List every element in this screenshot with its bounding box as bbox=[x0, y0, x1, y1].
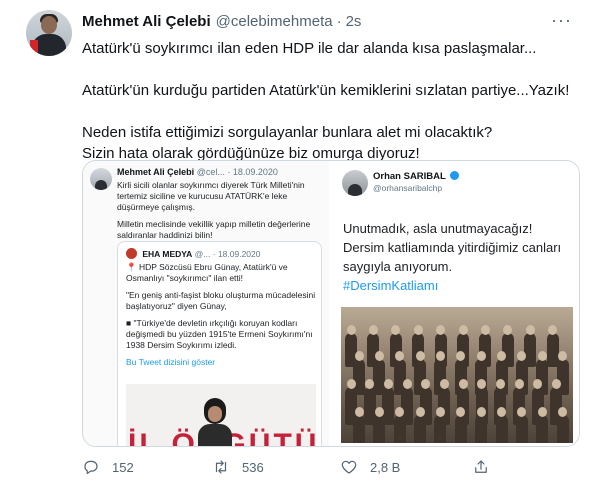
quoted-avatar bbox=[126, 248, 137, 259]
photo-figure-head bbox=[383, 379, 393, 389]
embedded-author: Mehmet Ali Çelebi bbox=[117, 167, 195, 177]
tweet-line: Atatürk'ü soykırımcı ilan eden HDP ile d… bbox=[82, 40, 537, 57]
retweet-count: 536 bbox=[242, 459, 264, 475]
heart-icon bbox=[341, 460, 357, 474]
photo-figure-head bbox=[497, 407, 507, 417]
separator-dot: · bbox=[336, 13, 342, 30]
tweet-text: Atatürk'ü soykırımcı ilan eden HDP ile d… bbox=[82, 38, 582, 164]
photo-figure-head bbox=[525, 325, 535, 335]
photo-figure-head bbox=[402, 379, 412, 389]
photo-figure-head bbox=[458, 325, 468, 335]
photo-figure-head bbox=[537, 351, 547, 361]
photo-figure-head bbox=[346, 325, 356, 335]
photo-figure bbox=[556, 415, 569, 443]
tweet-time[interactable]: 2s bbox=[346, 13, 362, 30]
photo-figure-head bbox=[495, 379, 505, 389]
photo-figure-head bbox=[346, 379, 356, 389]
media-grid[interactable]: Mehmet Ali Çelebi @cel... · 18.09.2020 K… bbox=[82, 160, 580, 447]
retweet-icon bbox=[215, 460, 227, 474]
photo-figure bbox=[414, 415, 427, 443]
photo-figure bbox=[373, 415, 386, 443]
photo-figure-head bbox=[497, 351, 507, 361]
photo-figure-head bbox=[354, 407, 364, 417]
show-thread-link: Bu Tweet dizisini göster bbox=[126, 357, 216, 367]
embedded-meta: @cel... · 18.09.2020 bbox=[196, 167, 278, 177]
photo-figure bbox=[434, 415, 447, 443]
photo-figure-head bbox=[537, 407, 547, 417]
quoted-header: EHA MEDYA @... · 18.09.2020 bbox=[126, 248, 260, 259]
photo-figure-head bbox=[480, 325, 490, 335]
photo-figure-head bbox=[415, 407, 425, 417]
quoted-tweet: EHA MEDYA @... · 18.09.2020 📍 HDP Sözcüs… bbox=[117, 241, 322, 446]
photo-figure-head bbox=[415, 351, 425, 361]
author-handle[interactable]: @celebimehmeta bbox=[216, 13, 333, 30]
author-avatar[interactable] bbox=[26, 10, 72, 56]
author-name[interactable]: Mehmet Ali Çelebi bbox=[82, 13, 211, 30]
photo-figure bbox=[536, 415, 549, 443]
quoted-text: 📍 HDP Sözcüsü Ebru Günay, Atatürk'ü ve O… bbox=[126, 262, 316, 374]
embedded-handle-right: @orhansaribalchp bbox=[373, 183, 443, 193]
ellipsis-icon[interactable]: ··· bbox=[551, 10, 572, 31]
share-button[interactable] bbox=[472, 455, 502, 479]
photo-figure bbox=[495, 415, 508, 443]
like-count: 2,8 B bbox=[370, 459, 401, 475]
share-icon bbox=[475, 460, 487, 473]
embedded-avatar-right bbox=[342, 170, 368, 196]
embedded-author-right: Orhan SARIBAL bbox=[373, 171, 446, 182]
quoted-paragraph: ■ "Türkiye'de devletin ırkçılığı koruyan… bbox=[126, 318, 313, 350]
photo-figure-head bbox=[435, 351, 445, 361]
quoted-meta: @... · 18.09.2020 bbox=[194, 249, 261, 259]
quoted-author: EHA MEDYA bbox=[142, 249, 193, 259]
tweet-header: Mehmet Ali Çelebi @celebimehmeta · 2s bbox=[82, 13, 361, 35]
photo-figure-head bbox=[476, 351, 486, 361]
photo-figure bbox=[454, 415, 467, 443]
quoted-paragraph: 📍 HDP Sözcüsü Ebru Günay, Atatürk'ü ve O… bbox=[126, 262, 288, 283]
like-button[interactable]: 2,8 B bbox=[340, 455, 400, 479]
photo-figure-head bbox=[551, 379, 561, 389]
photo-figure-head bbox=[413, 325, 423, 335]
reply-icon bbox=[84, 460, 98, 474]
photo-figure-head bbox=[374, 351, 384, 361]
photo-figure-head bbox=[458, 379, 468, 389]
embedded-paragraph: Milletin meclisinde vekillik yapıp mille… bbox=[117, 219, 311, 240]
photo-figure-head bbox=[439, 379, 449, 389]
embedded-avatar bbox=[90, 168, 112, 190]
embedded-text: Kirli sicili olanlar soykırımcı diyerek … bbox=[117, 180, 322, 247]
reply-button[interactable]: 152 bbox=[82, 455, 134, 479]
photo-figure-head bbox=[374, 407, 384, 417]
quoted-paragraph: "En geniş anti-faşist bloku oluşturma mü… bbox=[126, 290, 316, 311]
embedded-line: Unutmadık, asla unutmayacağız! bbox=[343, 221, 533, 236]
verified-badge-icon bbox=[450, 171, 460, 180]
photo-figure bbox=[515, 415, 528, 443]
embedded-paragraph: Kirli sicili olanlar soykırımcı diyerek … bbox=[117, 180, 305, 212]
photo-figure-head bbox=[368, 325, 378, 335]
photo-figure bbox=[353, 415, 365, 443]
media-image-right[interactable]: Orhan SARIBAL @orhansaribalchp Unutmadık… bbox=[333, 161, 579, 446]
embedded-line: Dersim katliamında yitirdiğimiz canları … bbox=[343, 240, 562, 274]
tweet-line: Atatürk'ün kurduğu partiden Atatürk'ün k… bbox=[82, 82, 570, 99]
photo-figure-head bbox=[476, 407, 486, 417]
quoted-photo: İL ÖRGÜTÜ bbox=[126, 384, 316, 446]
embedded-text-right: Unutmadık, asla unutmayacağız! Dersim ka… bbox=[343, 219, 575, 295]
tweet[interactable]: Mehmet Ali Çelebi @celebimehmeta · 2s ··… bbox=[0, 0, 600, 495]
tweet-line: Neden istifa ettiğimizi sorgulayanlar bu… bbox=[82, 124, 493, 141]
photo-person bbox=[198, 398, 232, 446]
reply-count: 152 bbox=[112, 459, 134, 475]
photo-figure-head bbox=[435, 407, 445, 417]
photo-figure bbox=[393, 415, 406, 443]
photo-figure bbox=[475, 415, 488, 443]
historical-photo bbox=[341, 307, 573, 443]
embedded-header: Mehmet Ali Çelebi @cel... · 18.09.2020 bbox=[117, 167, 278, 177]
photo-figure-head bbox=[514, 379, 524, 389]
photo-figure-head bbox=[354, 351, 364, 361]
embedded-header-right: Orhan SARIBAL bbox=[373, 171, 460, 182]
hashtag: #DersimKatliamı bbox=[343, 278, 439, 293]
retweet-button[interactable]: 536 bbox=[212, 455, 264, 479]
action-bar: 152 536 2,8 B bbox=[82, 455, 580, 479]
media-image-left[interactable]: Mehmet Ali Çelebi @cel... · 18.09.2020 K… bbox=[83, 161, 331, 446]
